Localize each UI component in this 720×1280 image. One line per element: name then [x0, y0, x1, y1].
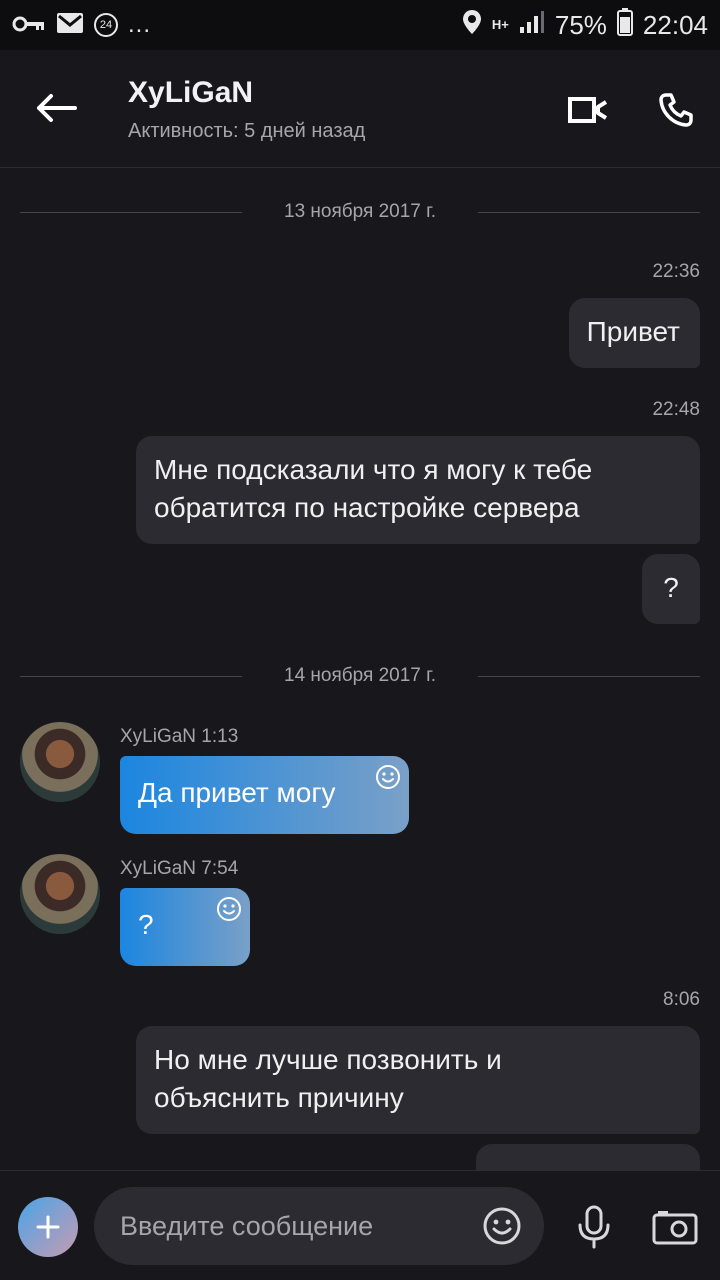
add-reaction-icon[interactable] — [216, 896, 242, 922]
sender-and-time: XyLiGaN 1:13 — [120, 726, 239, 747]
add-attachment-button[interactable] — [18, 1197, 78, 1257]
chat-header: XyLiGaN Активность: 5 дней назад — [0, 50, 720, 168]
avatar[interactable] — [20, 854, 100, 934]
incoming-message[interactable]: ? — [120, 888, 250, 966]
camera-icon[interactable] — [652, 1209, 698, 1245]
sender-and-time: XyLiGaN 7:54 — [120, 858, 239, 879]
last-active-status: Активность: 5 дней назад — [128, 120, 366, 142]
key-icon — [12, 10, 46, 41]
signal-icon — [519, 10, 545, 41]
message-text-line: объяснить причину — [154, 1082, 404, 1113]
plus-icon — [36, 1215, 60, 1239]
message-input-container[interactable] — [94, 1187, 544, 1265]
back-button[interactable] — [30, 86, 82, 130]
more-notifications: ... — [128, 11, 152, 38]
message-timestamp: 8:06 — [663, 989, 700, 1010]
message-input[interactable] — [120, 1187, 460, 1265]
status-bar: 24 ... H+ 75% 22:04 — [0, 0, 720, 50]
message-text: Да привет могу — [138, 777, 336, 808]
outgoing-message[interactable]: Мне подсказали что я могу к тебе обратит… — [136, 436, 700, 544]
contact-name[interactable]: XyLiGaN — [128, 76, 253, 110]
message-timestamp: 22:48 — [652, 399, 700, 420]
battery-icon — [616, 7, 633, 43]
message-composer — [0, 1170, 720, 1280]
notification-badge: 24 — [94, 13, 118, 37]
avatar[interactable] — [20, 722, 100, 802]
outgoing-message[interactable]: ? — [642, 554, 700, 624]
clock: 22:04 — [642, 9, 708, 40]
emoji-icon[interactable] — [482, 1206, 522, 1246]
video-call-button[interactable] — [562, 90, 614, 130]
mail-icon — [56, 10, 84, 41]
divider — [478, 676, 700, 677]
back-arrow-icon — [37, 94, 77, 122]
microphone-icon[interactable] — [574, 1205, 614, 1249]
video-camera-icon — [568, 97, 608, 123]
battery-percent: 75% — [554, 9, 607, 40]
message-timestamp: 22:36 — [652, 261, 700, 282]
incoming-message[interactable]: Да привет могу — [120, 756, 409, 834]
message-text: ? — [138, 909, 154, 940]
location-icon — [462, 9, 482, 42]
message-text-line: Мне подсказали что я могу к тебе — [154, 454, 593, 485]
outgoing-message[interactable]: Но мне лучше позвонить и объяснить причи… — [136, 1026, 700, 1134]
date-separator: 13 ноября 2017 г. — [20, 198, 700, 228]
outgoing-message[interactable]: Привет — [568, 298, 700, 368]
phone-icon — [659, 93, 693, 127]
message-text-line: Но мне лучше позвонить и — [154, 1044, 502, 1075]
message-text: ? — [663, 572, 679, 603]
date-separator: 14 ноября 2017 г. — [20, 662, 700, 692]
message-text: Привет — [586, 316, 680, 347]
message-text-line: обратится по настройке сервера — [154, 492, 580, 523]
audio-call-button[interactable] — [650, 88, 702, 132]
divider — [478, 212, 700, 213]
add-reaction-icon[interactable] — [375, 764, 401, 790]
network-type-icon: H+ — [491, 17, 509, 32]
